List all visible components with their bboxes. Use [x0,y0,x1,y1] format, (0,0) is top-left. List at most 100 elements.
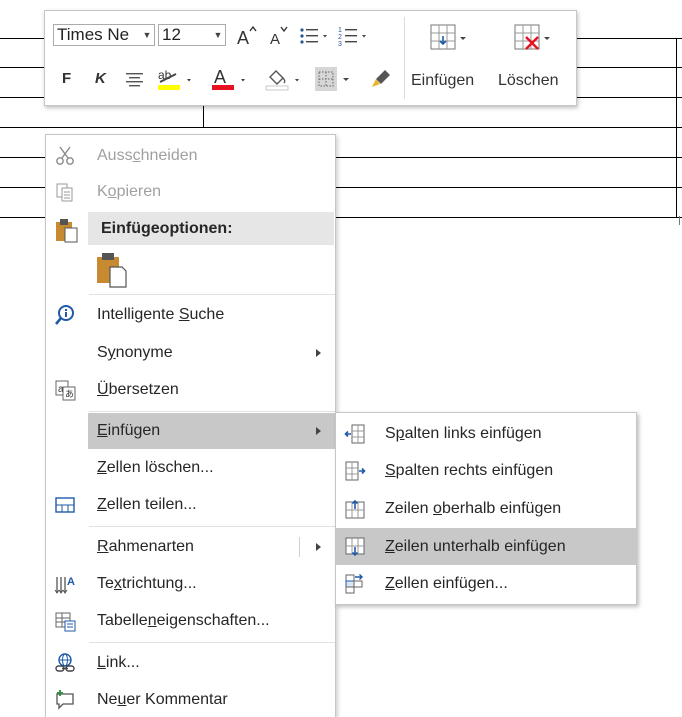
link-icon [55,653,75,672]
numbering-button[interactable]: 1 2 3 [338,24,372,48]
text-direction-icon: A [54,576,75,594]
menu-item-label: Einfügen [97,422,161,439]
submenu-item-insert-columns-left[interactable]: Spalten links einfügen [336,415,636,452]
menu-item-delete-cells[interactable]: Zellen löschen... [46,450,335,486]
delete-table-button[interactable]: Löschen [495,17,571,101]
menu-item-label: Zellen löschen... [97,459,214,476]
highlighter-icon: ab [158,68,191,90]
chevron-down-icon [343,78,349,81]
highlight-color-button[interactable]: ab [156,65,196,93]
svg-text:A: A [237,28,249,48]
insert-table-label: Einfügen [411,72,475,89]
paste-text-only-icon [97,253,127,288]
shading-button[interactable] [264,65,304,93]
bullet-list-icon [300,28,327,44]
grow-font-button[interactable]: A [235,24,259,48]
menu-item-split-cells[interactable]: Zellen teilen... [46,487,335,523]
svg-text:A: A [67,576,75,588]
menu-item-label: Tabelleneigenschaften... [97,612,270,629]
borders-button[interactable] [315,67,337,91]
grow-font-icon: A [237,25,257,48]
submenu-item-label: Zellen einfügen... [385,575,508,592]
borders-icon [318,71,334,87]
menu-item-text-direction[interactable]: A Textrichtung... [46,566,335,602]
submenu-arrow-icon [316,349,321,357]
insert-submenu: Spalten links einfügen Spalten rechts ei… [335,412,637,605]
svg-text:A: A [214,67,226,87]
svg-text:A: A [270,31,280,48]
menu-item-translate[interactable]: a あ Übersetzen [46,372,335,408]
format-painter-icon [372,70,390,87]
menu-item-label: Kopieren [97,183,162,200]
svg-text:2: 2 [338,34,342,41]
word-document-canvas: Times Ne ▼ 12 ▼ A A 1 2 3 F K ab A Einfü… [0,0,682,717]
submenu-item-insert-cells[interactable]: Zellen einfügen... [336,565,636,602]
menu-item-label: Zellen teilen... [97,496,197,513]
paste-keep-text-only-button[interactable] [94,249,130,289]
submenu-item-label: Zeilen oberhalb einfügen [385,500,562,517]
menu-item-insert[interactable]: Einfügen [88,413,335,449]
insert-column-right-icon [345,461,366,481]
menu-item-copy[interactable]: Kopieren [46,174,335,210]
end-of-row-marker [679,216,680,225]
chevron-down-icon[interactable]: ▼ [140,25,154,45]
submenu-item-insert-columns-right[interactable]: Spalten rechts einfügen [336,452,636,489]
submenu-item-label: Spalten rechts einfügen [385,462,554,479]
format-painter-button[interactable] [367,65,395,93]
svg-text:あ: あ [65,389,74,400]
copy-icon [56,183,73,202]
mini-toolbar: Times Ne ▼ 12 ▼ A A 1 2 3 F K ab A Einfü… [44,10,577,106]
menu-item-label: Neuer Kommentar [97,691,228,708]
scissors-icon [56,146,74,165]
insert-table-icon [430,24,466,50]
menu-item-label: Ausschneiden [97,147,198,164]
font-color-icon: A [212,67,245,90]
submenu-item-label: Spalten links einfügen [385,425,542,442]
insert-table-button[interactable]: Einfügen [411,17,487,101]
menu-item-cut[interactable]: Ausschneiden [46,138,335,174]
font-size-value: 12 [162,25,181,44]
menu-item-table-properties[interactable]: Tabelleneigenschaften... [46,603,335,639]
shrink-font-icon: A [270,26,288,48]
menu-separator [89,526,335,527]
menu-item-link[interactable]: Link... [46,645,335,681]
split-button-divider [299,537,300,557]
split-cells-icon [55,497,75,513]
insert-cells-icon [345,574,363,594]
font-name-value: Times Ne [57,25,130,44]
menu-separator [89,294,335,295]
delete-table-label: Löschen [498,72,559,89]
bold-button[interactable]: F [62,67,78,91]
table-right-border [676,38,677,218]
shrink-font-button[interactable]: A [267,24,291,48]
translate-icon: a あ [55,380,76,401]
insert-column-left-icon [344,424,365,444]
menu-item-new-comment[interactable]: Neuer Kommentar [46,682,335,717]
italic-button[interactable]: K [95,67,111,91]
insert-row-above-icon [345,499,365,519]
paste-options-label: Einfügeoptionen: [101,220,233,237]
submenu-item-insert-rows-above[interactable]: Zeilen oberhalb einfügen [336,490,636,527]
menu-item-label: Intelligente Suche [97,306,225,323]
delete-table-icon [514,24,550,50]
menu-item-smart-lookup[interactable]: Intelligente Suche [46,297,335,333]
menu-separator [89,642,335,643]
borders-dropdown[interactable] [341,67,353,91]
center-align-button[interactable] [123,67,147,91]
menu-item-label: Textrichtung... [97,575,197,592]
font-name-combo[interactable]: Times Ne ▼ [53,24,155,46]
submenu-arrow-icon[interactable] [316,543,321,551]
font-color-button[interactable]: A [210,65,250,93]
align-center-icon [126,73,143,87]
svg-text:3: 3 [338,41,342,48]
menu-item-synonyms[interactable]: Synonyme [46,335,335,371]
table-properties-icon [55,612,76,632]
chevron-down-icon[interactable]: ▼ [211,25,225,45]
smart-lookup-icon [55,305,74,325]
numbered-list-icon: 1 2 3 [338,27,366,48]
bullets-button[interactable] [299,24,333,48]
font-size-combo[interactable]: 12 ▼ [158,24,226,46]
menu-item-border-styles[interactable]: Rahmenarten [46,529,335,565]
submenu-item-insert-rows-below[interactable]: Zeilen unterhalb einfügen [336,528,636,565]
menu-item-label: Synonyme [97,344,173,361]
